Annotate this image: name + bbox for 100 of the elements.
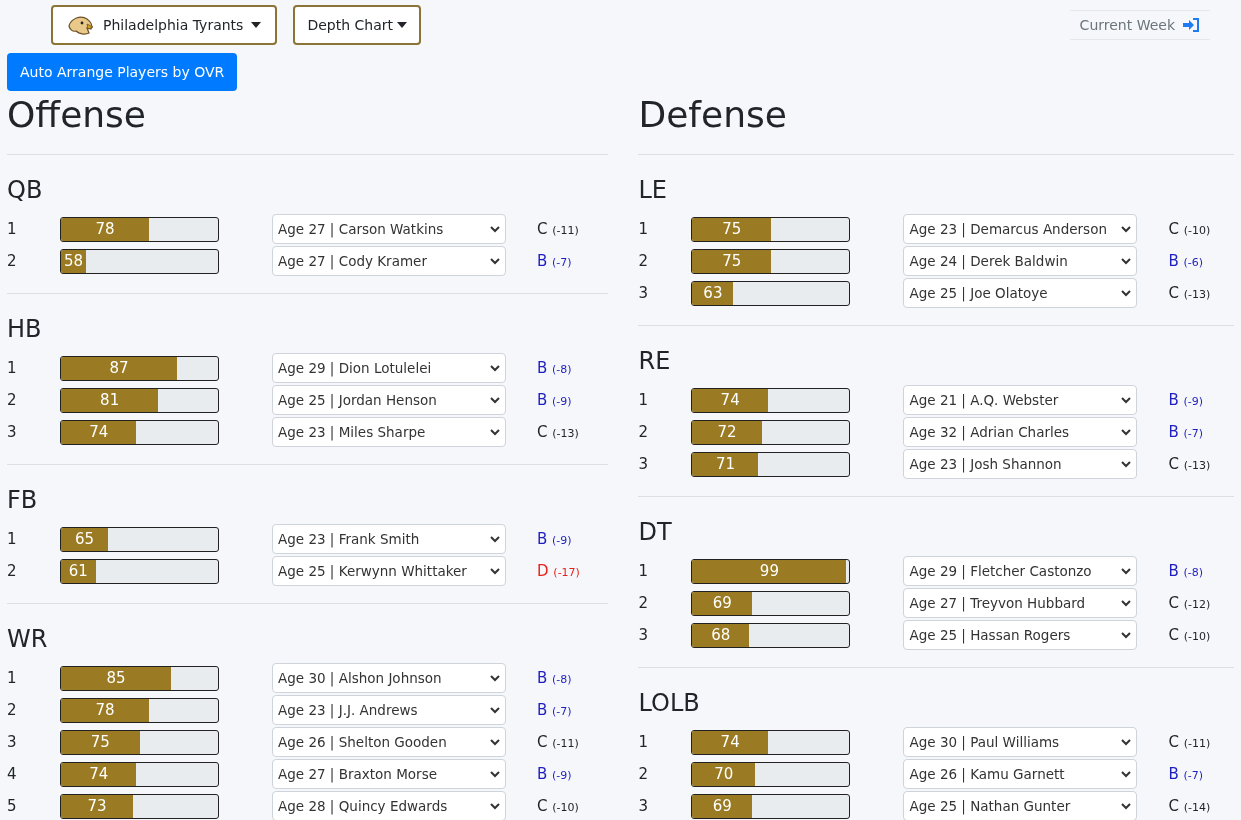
depth-number: 3 [638,624,650,646]
depth-number: 3 [638,282,650,304]
ovr-value: 63 [702,282,724,304]
depth-number: 2 [638,250,650,272]
player-select[interactable]: Age 25 | Kerwynn Whittaker [272,556,506,586]
section-heading: Offense [7,91,609,155]
player-select[interactable]: Age 29 | Dion Lotulelei [272,353,506,383]
depth-number: 2 [7,699,18,721]
ovr-value: 74 [88,421,110,443]
player-select[interactable]: Age 23 | Miles Sharpe [272,417,506,447]
depth-number: 3 [7,421,18,443]
current-week-link[interactable]: Current Week [1069,10,1210,40]
chevron-down-icon [1121,396,1132,404]
chevron-down-icon [1121,770,1132,778]
chevron-down-icon [490,674,500,682]
grade-text: B (-7) [1168,421,1204,443]
player-select[interactable]: Age 23 | Josh Shannon [903,449,1138,479]
chevron-down-icon [490,428,500,436]
position-heading: HB [7,314,43,344]
depth-number: 2 [7,250,18,272]
grade-text: C (-11) [537,218,579,240]
position-heading: LOLB [638,688,701,718]
ovr-value: 69 [711,592,733,614]
ovr-value: 69 [711,795,733,817]
player-select[interactable]: Age 21 | A.Q. Webster [903,385,1138,415]
grade-text: B (-9) [1168,389,1204,411]
chevron-down-icon [490,225,500,233]
grade-text: B (-8) [1168,560,1204,582]
ovr-value: 73 [86,795,108,817]
player-select[interactable]: Age 24 | Derek Baldwin [903,246,1138,276]
ovr-value: 81 [99,389,121,411]
grade-text: B (-8) [537,667,572,689]
depth-number: 1 [638,731,650,753]
position-heading: LE [638,175,669,205]
team-menu-button[interactable]: Philadelphia Tyrants [51,5,278,45]
player-select[interactable]: Age 25 | Joe Olatoye [903,278,1138,308]
grade-text: B (-6) [1168,250,1204,272]
grade-text: B (-7) [537,699,572,721]
player-select[interactable]: Age 27 | Carson Watkins [272,214,506,244]
grade-text: C (-10) [537,795,579,817]
player-select[interactable]: Age 27 | Cody Kramer [272,246,506,276]
chevron-down-icon [490,257,500,265]
depth-number: 2 [7,389,18,411]
player-select[interactable]: Age 27 | Braxton Morse [272,759,506,789]
chevron-down-icon [490,535,500,543]
depth-number: 1 [638,560,650,582]
chevron-down-icon [490,802,500,810]
player-select[interactable]: Age 25 | Hassan Rogers [903,620,1138,650]
player-select[interactable]: Age 26 | Shelton Gooden [272,727,506,757]
position-heading: WR [7,624,49,654]
chevron-down-icon [1121,428,1132,436]
auto-arrange-button[interactable]: Auto Arrange Players by OVR [7,53,238,91]
chevron-down-icon [1121,257,1132,265]
chevron-down-icon [490,706,500,714]
depth-number: 1 [7,667,18,689]
ovr-value: 65 [74,528,96,550]
player-select[interactable]: Age 32 | Adrian Charles [903,417,1138,447]
player-select[interactable]: Age 23 | Frank Smith [272,524,506,554]
depth-number: 1 [638,389,650,411]
ovr-value: 71 [714,453,736,475]
player-select[interactable]: Age 23 | J.J. Andrews [272,695,506,725]
ovr-value: 75 [721,218,743,240]
depth-number: 2 [7,560,18,582]
grade-text: B (-9) [537,763,572,785]
grade-text: D (-17) [537,560,580,582]
player-select[interactable]: Age 27 | Treyvon Hubbard [903,588,1138,618]
position-heading: QB [7,175,44,205]
ovr-value: 78 [94,699,116,721]
ovr-value: 72 [716,421,738,443]
ovr-value: 61 [67,560,89,582]
view-menu-button[interactable]: Depth Chart [293,5,421,45]
ovr-value: 74 [88,763,110,785]
player-select[interactable]: Age 28 | Quincy Edwards [272,791,506,820]
grade-text: B (-8) [537,357,572,379]
ovr-value: 85 [105,667,127,689]
player-select[interactable]: Age 25 | Jordan Henson [272,385,506,415]
position-heading: DT [638,517,673,547]
grade-text: C (-11) [1168,731,1211,753]
grade-text: C (-13) [1168,282,1211,304]
chevron-down-icon [490,364,500,372]
chevron-down-icon [490,567,500,575]
player-select[interactable]: Age 26 | Kamu Garnett [903,759,1138,789]
player-select[interactable]: Age 25 | Nathan Gunter [903,791,1138,820]
caret-icon [251,22,262,28]
caret-icon [396,22,407,28]
chevron-down-icon [490,770,500,778]
depth-number: 1 [7,357,18,379]
depth-number: 3 [638,453,650,475]
chevron-down-icon [1121,631,1132,639]
chevron-down-icon [1121,802,1132,810]
player-select[interactable]: Age 30 | Paul Williams [903,727,1138,757]
ovr-value: 68 [710,624,732,646]
player-select[interactable]: Age 23 | Demarcus Anderson [903,214,1138,244]
depth-number: 4 [7,763,18,785]
chevron-down-icon [1121,599,1132,607]
player-select[interactable]: Age 30 | Alshon Johnson [272,663,506,693]
player-select[interactable]: Age 29 | Fletcher Castonzo [903,556,1138,586]
chevron-down-icon [1121,567,1132,575]
grade-text: C (-11) [537,731,579,753]
chevron-down-icon [1121,225,1132,233]
